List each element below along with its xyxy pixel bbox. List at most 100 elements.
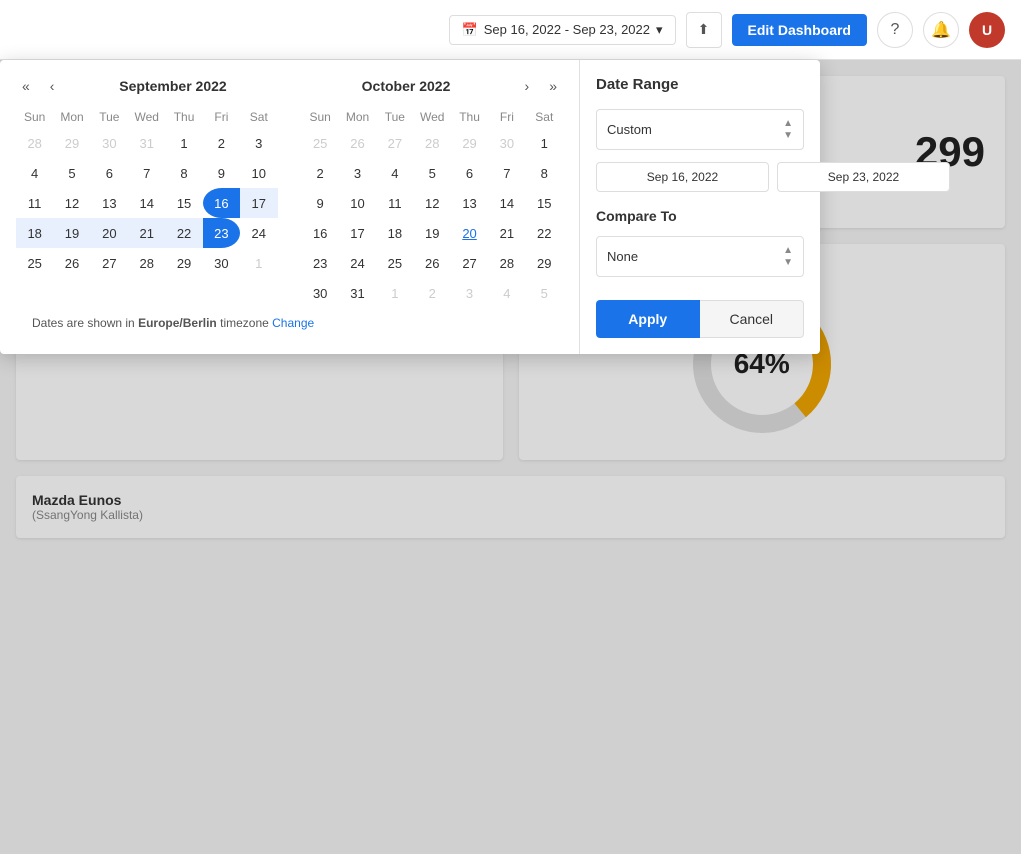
- table-row[interactable]: 2: [302, 158, 339, 188]
- table-row[interactable]: 17: [339, 218, 376, 248]
- table-row[interactable]: 31: [339, 278, 376, 308]
- table-row[interactable]: 31: [128, 128, 165, 158]
- table-row[interactable]: 4: [488, 278, 525, 308]
- table-row[interactable]: 26: [53, 248, 90, 278]
- table-row[interactable]: 1: [376, 278, 413, 308]
- table-row[interactable]: 3: [339, 158, 376, 188]
- table-row[interactable]: 17: [240, 188, 277, 218]
- table-row[interactable]: 29: [451, 128, 488, 158]
- table-row[interactable]: 21: [488, 218, 525, 248]
- table-row[interactable]: 5: [414, 158, 451, 188]
- table-row[interactable]: 16: [302, 218, 339, 248]
- start-date-input[interactable]: [596, 162, 769, 192]
- table-row[interactable]: 22: [526, 218, 563, 248]
- table-row[interactable]: 7: [128, 158, 165, 188]
- table-row[interactable]: 12: [414, 188, 451, 218]
- table-row[interactable]: 28: [16, 128, 53, 158]
- table-row[interactable]: 16: [203, 188, 240, 218]
- table-row[interactable]: 1: [165, 128, 202, 158]
- col-thu: Thu: [451, 106, 488, 128]
- compare-dropdown[interactable]: None ▲ ▼: [596, 236, 804, 277]
- date-range-button[interactable]: 📅 Sep 16, 2022 - Sep 23, 2022 ▾: [449, 15, 676, 45]
- table-row[interactable]: 10: [339, 188, 376, 218]
- next-month-button[interactable]: ›: [519, 76, 536, 96]
- october-calendar: October 2022 › » Sun Mon Tue Wed Thu: [302, 76, 564, 308]
- timezone-change-link[interactable]: Change: [272, 316, 314, 330]
- table-row[interactable]: 6: [91, 158, 128, 188]
- table-row[interactable]: 13: [91, 188, 128, 218]
- prev-prev-month-button[interactable]: «: [16, 76, 36, 96]
- table-row[interactable]: 12: [53, 188, 90, 218]
- table-row[interactable]: 27: [451, 248, 488, 278]
- table-row[interactable]: 1: [526, 128, 563, 158]
- next-next-month-button[interactable]: »: [543, 76, 563, 96]
- table-row[interactable]: 4: [16, 158, 53, 188]
- table-row[interactable]: 25: [302, 128, 339, 158]
- table-row[interactable]: 7: [488, 158, 525, 188]
- october-header: October 2022 › »: [302, 76, 564, 96]
- help-button[interactable]: ?: [877, 12, 913, 48]
- table-row[interactable]: 15: [165, 188, 202, 218]
- timezone-note: Dates are shown in Europe/Berlin timezon…: [16, 308, 563, 338]
- table-row[interactable]: 23: [302, 248, 339, 278]
- table-row[interactable]: 20: [91, 218, 128, 248]
- table-row[interactable]: 30: [203, 248, 240, 278]
- table-row[interactable]: 25: [376, 248, 413, 278]
- table-row[interactable]: 22: [165, 218, 202, 248]
- table-row[interactable]: 29: [526, 248, 563, 278]
- table-row[interactable]: 24: [240, 218, 277, 248]
- table-row[interactable]: 29: [165, 248, 202, 278]
- table-row[interactable]: 30: [302, 278, 339, 308]
- table-row[interactable]: 26: [339, 128, 376, 158]
- avatar[interactable]: U: [969, 12, 1005, 48]
- table-row[interactable]: 18: [16, 218, 53, 248]
- table-row[interactable]: 5: [53, 158, 90, 188]
- table-row[interactable]: 28: [414, 128, 451, 158]
- table-row[interactable]: 5: [526, 278, 563, 308]
- table-row[interactable]: 8: [526, 158, 563, 188]
- table-row[interactable]: 14: [488, 188, 525, 218]
- table-row[interactable]: 27: [91, 248, 128, 278]
- table-row[interactable]: 9: [302, 188, 339, 218]
- table-row[interactable]: 13: [451, 188, 488, 218]
- table-row[interactable]: 20: [451, 218, 488, 248]
- preset-dropdown[interactable]: Custom ▲ ▼: [596, 109, 804, 150]
- compare-caret-icon: ▲ ▼: [783, 245, 793, 268]
- september-title: September 2022: [68, 78, 277, 94]
- table-row[interactable]: 23: [203, 218, 240, 248]
- prev-month-button[interactable]: ‹: [44, 76, 61, 96]
- table-row[interactable]: 8: [165, 158, 202, 188]
- table-row[interactable]: 24: [339, 248, 376, 278]
- table-row[interactable]: 15: [526, 188, 563, 218]
- share-button[interactable]: ⬆: [686, 12, 722, 48]
- table-row[interactable]: 28: [128, 248, 165, 278]
- table-row[interactable]: 10: [240, 158, 277, 188]
- table-row[interactable]: 26: [414, 248, 451, 278]
- table-row[interactable]: 19: [53, 218, 90, 248]
- table-row[interactable]: 1: [240, 248, 277, 278]
- table-row[interactable]: 3: [451, 278, 488, 308]
- notifications-button[interactable]: 🔔: [923, 12, 959, 48]
- table-row[interactable]: 11: [376, 188, 413, 218]
- cancel-button[interactable]: Cancel: [700, 300, 805, 338]
- table-row[interactable]: 11: [16, 188, 53, 218]
- table-row[interactable]: 3: [240, 128, 277, 158]
- table-row[interactable]: 21: [128, 218, 165, 248]
- edit-dashboard-button[interactable]: Edit Dashboard: [732, 14, 867, 46]
- table-row[interactable]: 2: [203, 128, 240, 158]
- table-row[interactable]: 29: [53, 128, 90, 158]
- table-row[interactable]: 30: [91, 128, 128, 158]
- table-row[interactable]: 19: [414, 218, 451, 248]
- table-row[interactable]: 6: [451, 158, 488, 188]
- table-row[interactable]: 28: [488, 248, 525, 278]
- table-row[interactable]: 25: [16, 248, 53, 278]
- table-row[interactable]: 14: [128, 188, 165, 218]
- apply-button[interactable]: Apply: [596, 300, 700, 338]
- table-row[interactable]: 27: [376, 128, 413, 158]
- table-row[interactable]: 4: [376, 158, 413, 188]
- end-date-input[interactable]: [777, 162, 950, 192]
- table-row[interactable]: 9: [203, 158, 240, 188]
- table-row[interactable]: 2: [414, 278, 451, 308]
- table-row[interactable]: 30: [488, 128, 525, 158]
- table-row[interactable]: 18: [376, 218, 413, 248]
